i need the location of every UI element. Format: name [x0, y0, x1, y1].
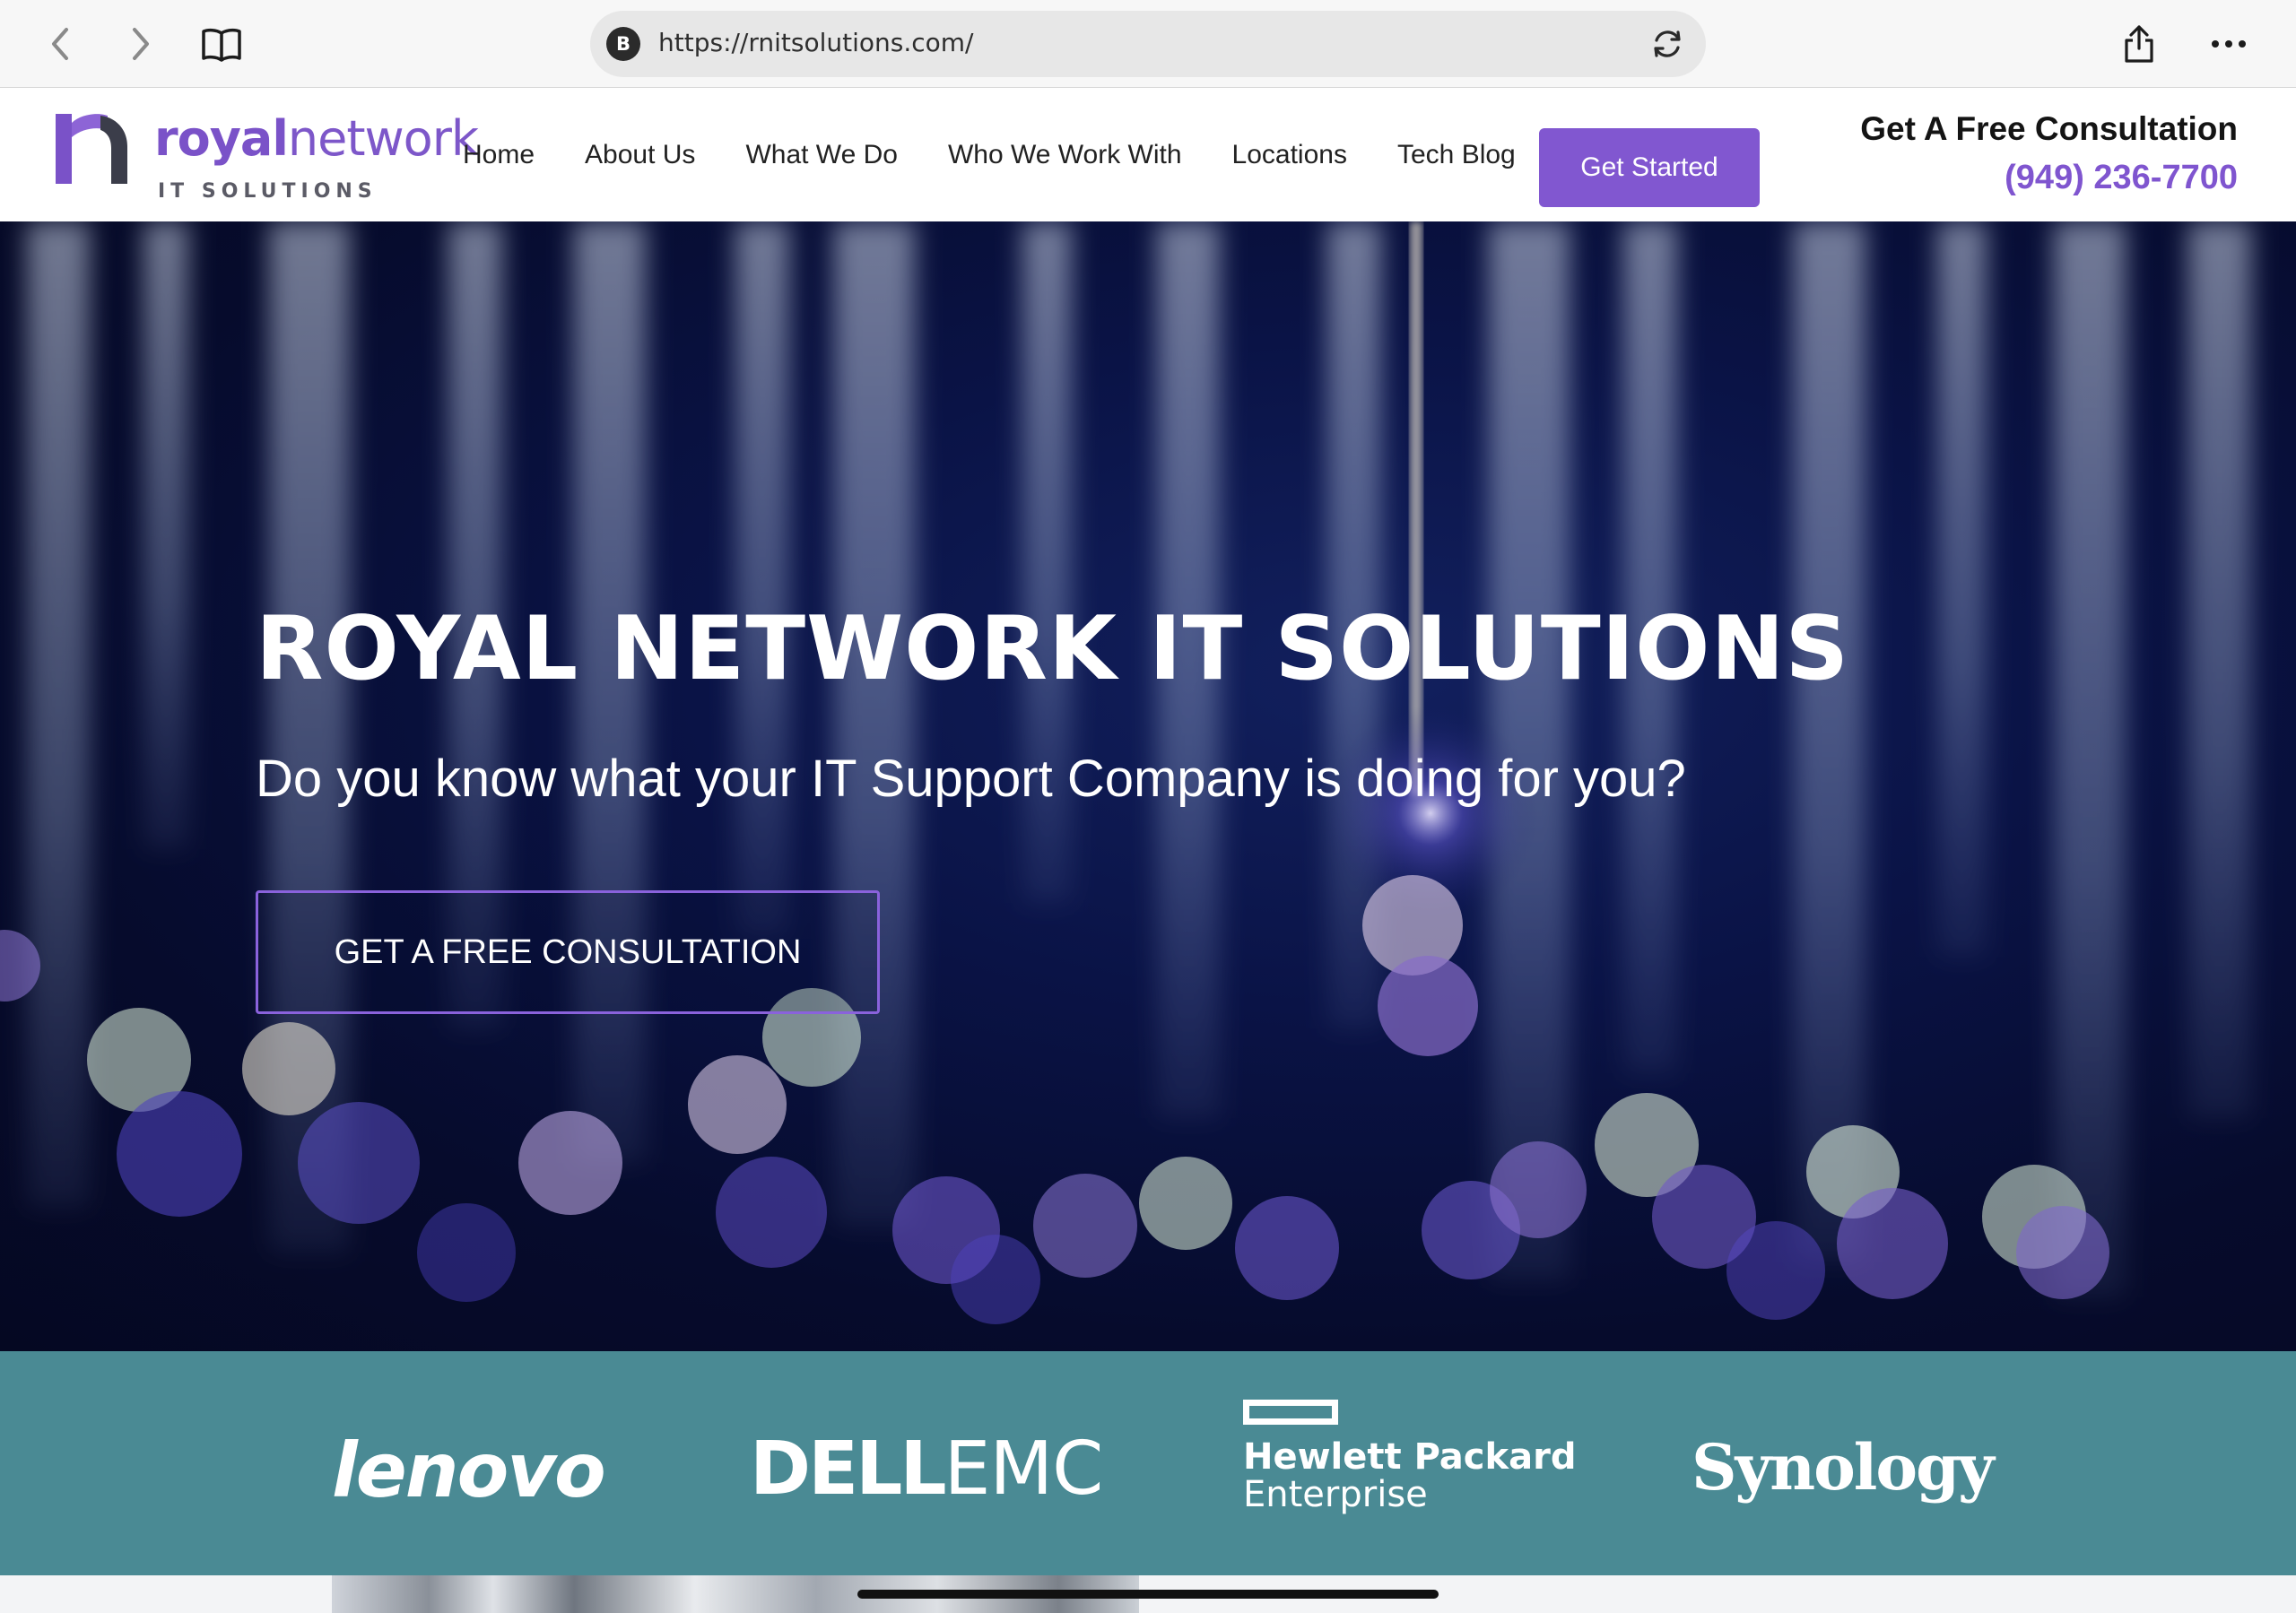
lenovo-logo: lenovo [332, 1427, 606, 1514]
more-button[interactable] [2201, 16, 2257, 72]
site-logo[interactable]: royalnetwork IT SOLUTIONS [54, 110, 479, 203]
hero-title: ROYAL NETWORK IT SOLUTIONS [256, 598, 1850, 700]
dell-wordmark: DELL [750, 1427, 947, 1512]
hero-subtitle: Do you know what your IT Support Company… [256, 750, 1686, 808]
hpe-line1: Hewlett Packard [1243, 1436, 1577, 1478]
url-text[interactable]: https://rnitsolutions.com/ [658, 28, 974, 57]
main-nav: Home About Us What We Do Who We Work Wit… [463, 89, 1566, 221]
hpe-line2: Enterprise [1243, 1474, 1428, 1515]
hero-section: ROYAL NETWORK IT SOLUTIONS Do you know w… [0, 221, 2296, 1351]
logo-tagline: IT SOLUTIONS [158, 180, 378, 203]
site-header: royalnetwork IT SOLUTIONS Home About Us … [0, 89, 2296, 221]
synology-logo: Synology [1692, 1430, 1995, 1505]
consultation-heading: Get A Free Consultation [1860, 110, 2238, 147]
hpe-rectangle-icon [1243, 1400, 1338, 1425]
free-consultation-button[interactable]: GET A FREE CONSULTATION [256, 890, 880, 1014]
nav-item-what-we-do[interactable]: What We Do [745, 140, 898, 170]
bookmarks-button[interactable] [194, 16, 249, 72]
forward-button[interactable] [113, 16, 169, 72]
more-icon [2212, 40, 2246, 48]
back-icon [52, 28, 68, 60]
logo-word-thin: network [287, 110, 479, 167]
reload-icon[interactable] [1648, 25, 1686, 63]
site-badge-icon: B [606, 27, 640, 61]
phone-link[interactable]: (949) 236-7700 [2005, 159, 2238, 197]
home-indicator[interactable] [857, 1590, 1439, 1599]
nav-item-about-us[interactable]: About Us [585, 140, 695, 170]
browser-toolbar: B https://rnitsolutions.com/ [0, 0, 2296, 88]
hpe-logo: Hewlett Packard Enterprise [1243, 1400, 1576, 1513]
share-button[interactable] [2111, 16, 2167, 72]
logo-mark-icon [56, 114, 127, 184]
logo-word-bold: royal [154, 110, 289, 167]
nav-item-home[interactable]: Home [463, 140, 535, 170]
nav-item-locations[interactable]: Locations [1232, 140, 1347, 170]
back-button[interactable] [32, 16, 88, 72]
logo-wordmark: royalnetwork [154, 110, 479, 167]
share-icon [2125, 25, 2153, 63]
emc-wordmark: EMC [944, 1427, 1104, 1512]
bookmarks-icon [202, 28, 241, 62]
dell-emc-logo: DELLEMC [750, 1427, 1104, 1512]
get-started-button[interactable]: Get Started [1539, 128, 1760, 207]
address-bar[interactable]: B https://rnitsolutions.com/ [590, 11, 1706, 77]
nav-item-tech-blog[interactable]: Tech Blog [1397, 140, 1516, 170]
nav-item-who-we-work-with[interactable]: Who We Work With [948, 140, 1182, 170]
forward-icon [133, 28, 149, 60]
partner-logos: lenovo DELLEMC Hewlett Packard Enterpris… [0, 1351, 2296, 1575]
